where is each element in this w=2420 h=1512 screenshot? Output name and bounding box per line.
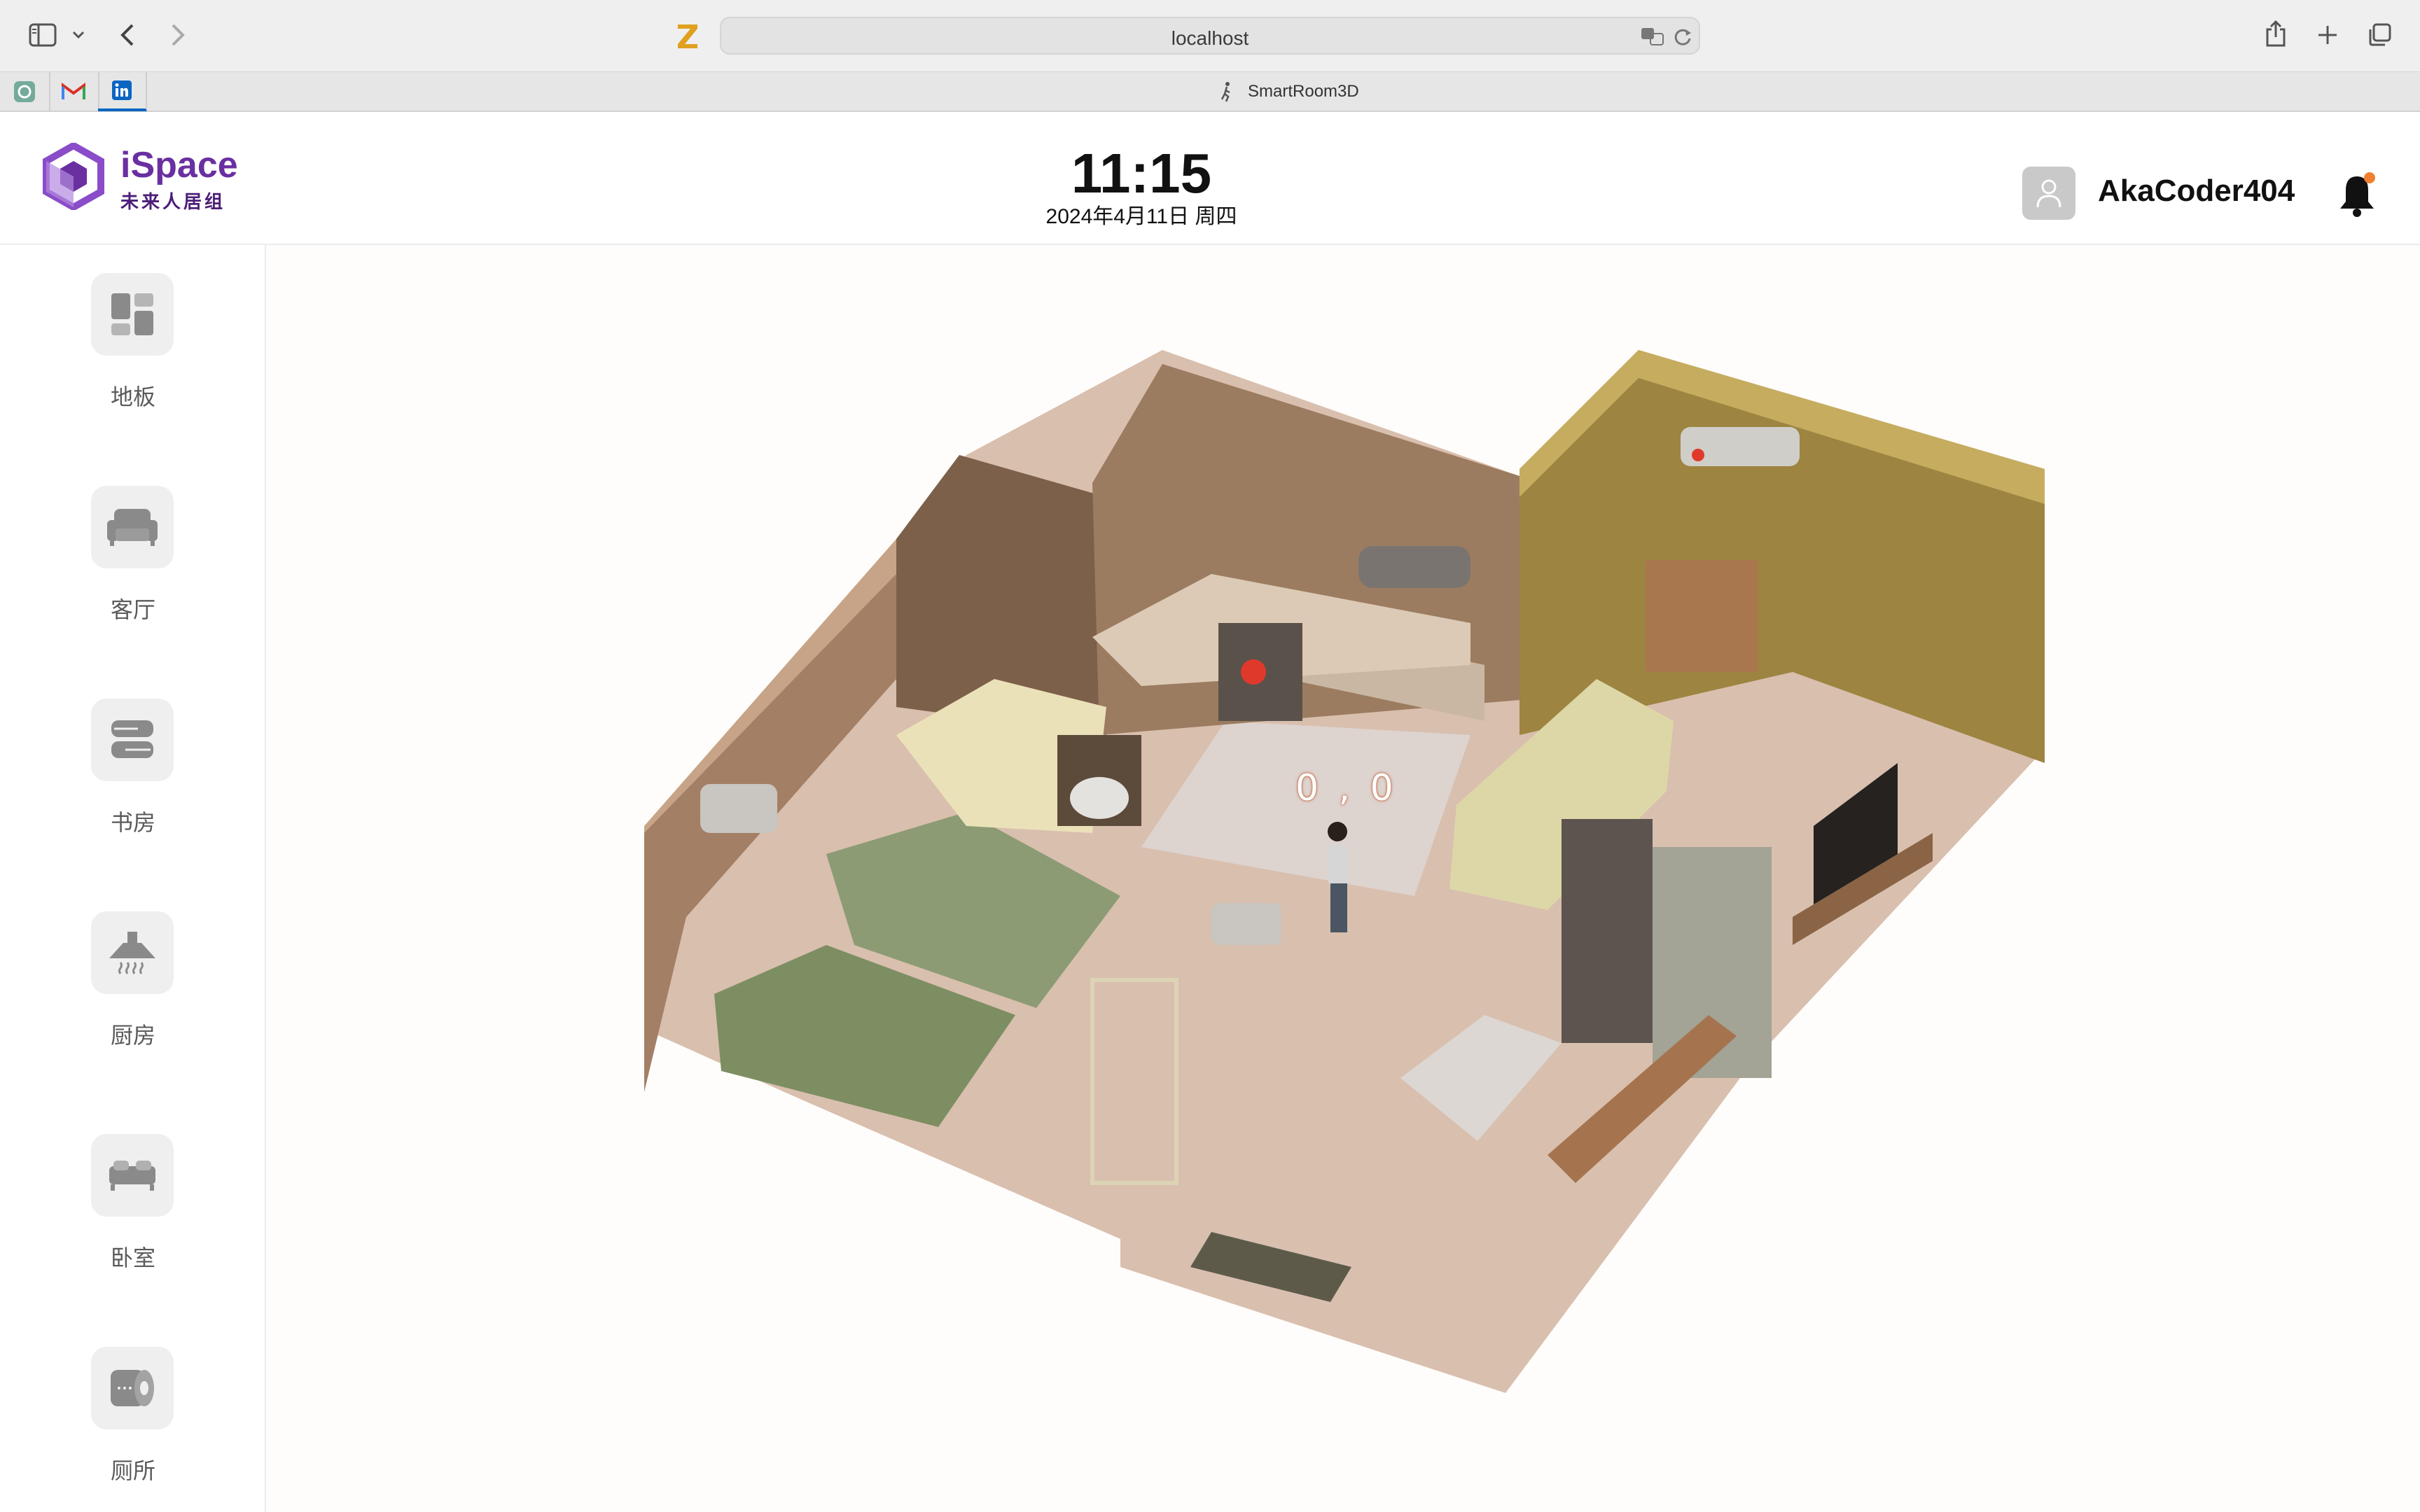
logo-subtitle: 未来人居组: [120, 191, 226, 212]
pinned-tab-chatgpt[interactable]: [0, 72, 50, 111]
tab-bar: SmartRoom3D: [0, 71, 2420, 112]
range-hood: [1358, 546, 1470, 588]
air-purifier: [1211, 903, 1281, 945]
user-icon: [2036, 179, 2061, 208]
address-bar[interactable]: localhost: [720, 17, 1700, 55]
sidebar-item-kitchen[interactable]: 厨房: [0, 883, 266, 1065]
sidebar-item-floor[interactable]: 地板: [0, 245, 266, 427]
logo-icon[interactable]: [42, 141, 105, 211]
range-hood-icon: [91, 911, 174, 994]
sidebar-item-toilet[interactable]: 厕所: [0, 1319, 266, 1501]
sidebar-item-study[interactable]: 书房: [0, 671, 266, 853]
chevron-down-icon[interactable]: [69, 25, 88, 45]
clock-time: 11:15: [1071, 142, 1212, 204]
sidebar-item-label: 书房: [110, 810, 155, 835]
tab-overview-icon[interactable]: [2364, 20, 2395, 50]
floor-icon: [91, 273, 174, 356]
user-avatar[interactable]: [2022, 167, 2075, 220]
forward-icon[interactable]: [162, 20, 193, 50]
reload-icon[interactable]: [1671, 25, 1695, 49]
logo-wordmark: iSpace: [120, 145, 238, 186]
browser-toolbar: localhost: [0, 0, 2420, 71]
pinned-tab-gmail[interactable]: [49, 72, 99, 111]
sidebar-item-label: 客厅: [110, 597, 155, 622]
sofa-icon: [91, 486, 174, 568]
room-sidebar: 地板 客厅 书房 厨房 卧室 厕所: [0, 245, 266, 1512]
sidebar-item-living-room[interactable]: 客厅: [0, 458, 266, 640]
toilet: [1070, 777, 1129, 819]
chatgpt-icon: [14, 81, 35, 102]
clock-date: 2024年4月11日 周四: [1045, 205, 1237, 228]
air-conditioner-bedroom: [700, 784, 777, 833]
new-tab-icon[interactable]: [2312, 20, 2343, 50]
room-3d-viewport[interactable]: 0 , 0: [266, 245, 2420, 1512]
back-icon[interactable]: [112, 20, 143, 50]
origin-coordinate-label: 0 , 0: [1295, 767, 1398, 809]
wardrobe-dark: [1562, 819, 1653, 1043]
gmail-icon: [62, 83, 85, 99]
username[interactable]: AkaCoder404: [2098, 174, 2295, 209]
books-icon: [91, 699, 174, 781]
sidebar-item-label: 地板: [110, 384, 155, 410]
sidebar-toggle-icon[interactable]: [25, 20, 60, 50]
linkedin-icon: [112, 80, 132, 100]
wall-shelf: [1646, 560, 1758, 672]
pinned-tab-linkedin[interactable]: [98, 72, 147, 111]
notification-bell-icon[interactable]: [2336, 171, 2378, 220]
tab-title[interactable]: SmartRoom3D: [1248, 82, 1359, 102]
tab-favicon-icon: [1218, 80, 1235, 103]
extension-z-icon[interactable]: [674, 20, 702, 52]
translate-icon[interactable]: [1639, 24, 1667, 49]
sidebar-item-bedroom[interactable]: 卧室: [0, 1106, 266, 1288]
ac-indicator: [1692, 449, 1704, 461]
sidebar-item-label: 厕所: [110, 1458, 155, 1483]
washing-machine-indicator: [1241, 659, 1266, 685]
sidebar-item-label: 厨房: [110, 1023, 155, 1048]
share-icon[interactable]: [2260, 17, 2291, 50]
notification-dot: [2364, 172, 2375, 183]
app-header: iSpace 未来人居组 11:15 2024年4月11日 周四 AkaCode…: [0, 112, 2420, 245]
toilet-paper-icon: [91, 1347, 174, 1429]
bed-icon: [91, 1134, 174, 1217]
sidebar-item-label: 卧室: [110, 1245, 155, 1270]
url-text: localhost: [1171, 27, 1249, 49]
